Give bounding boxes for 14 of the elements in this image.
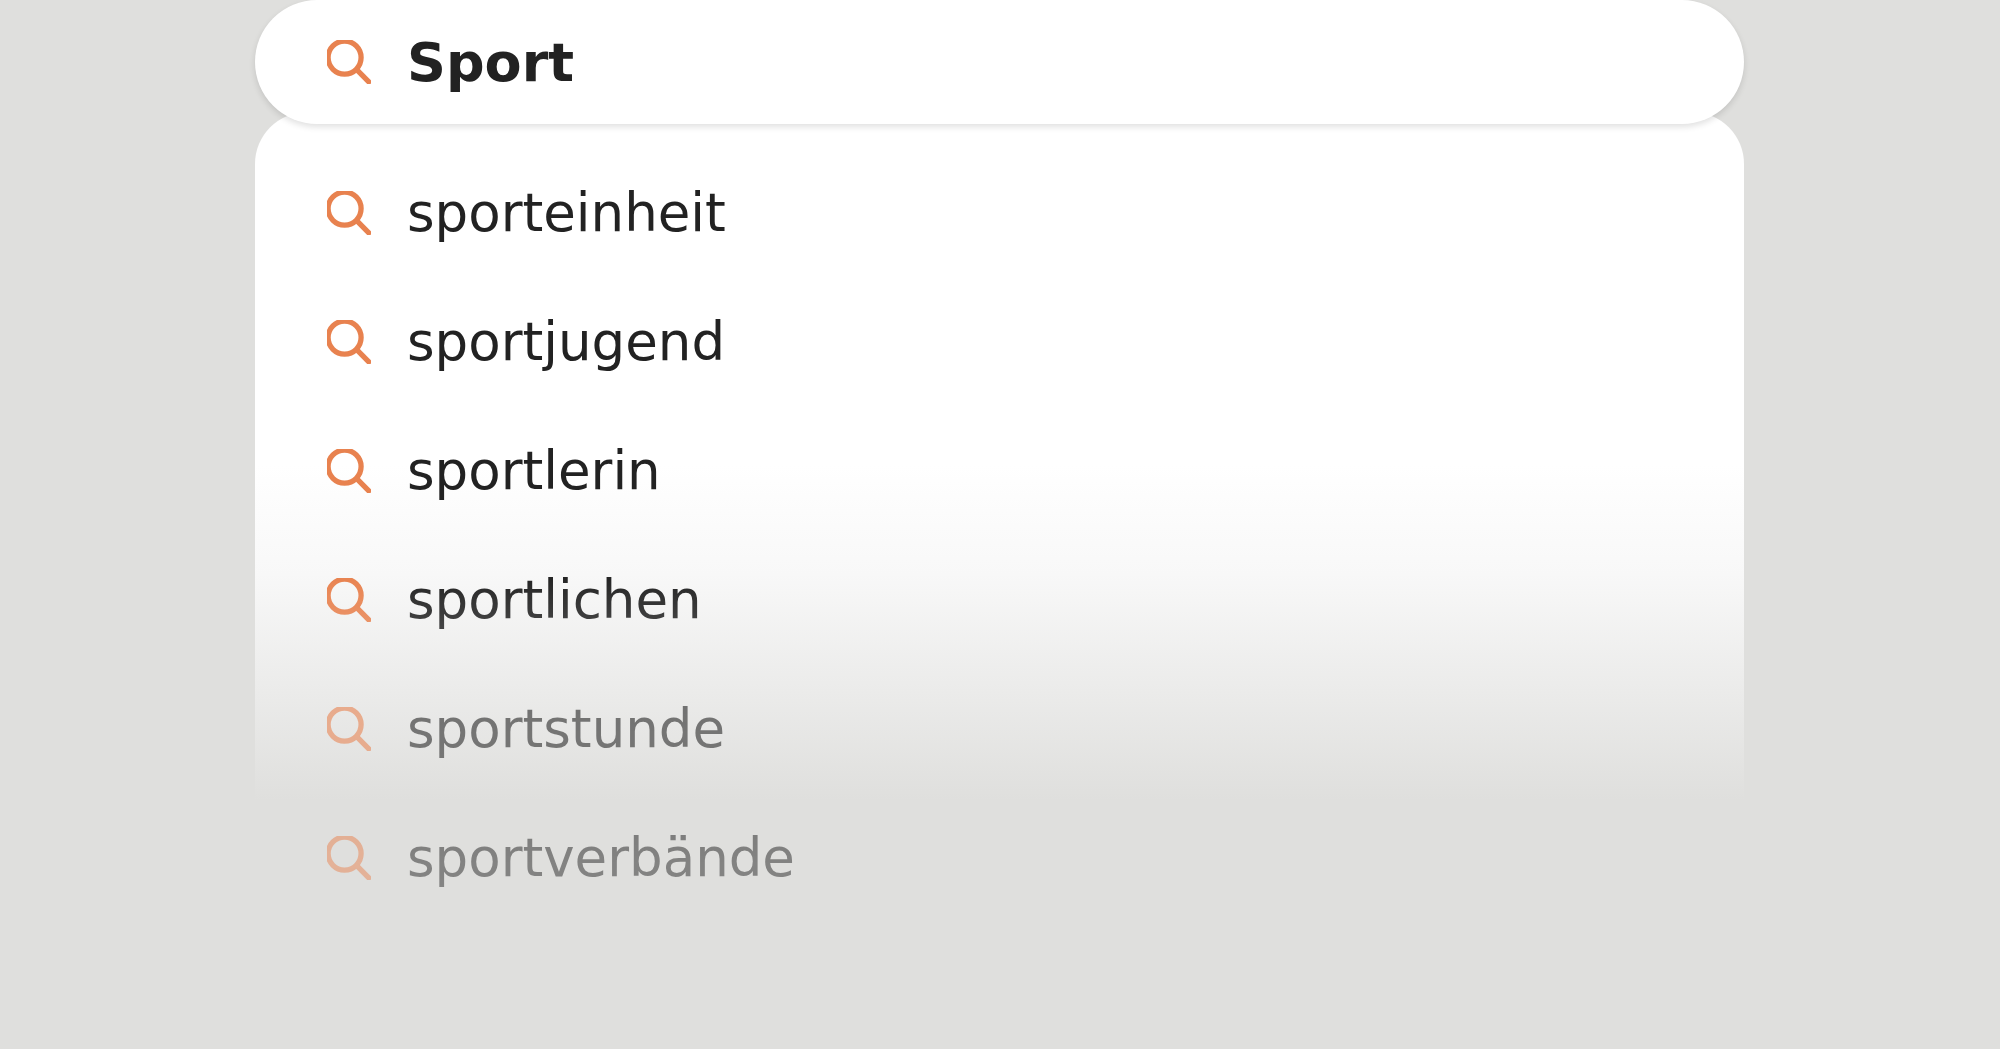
suggestion-item[interactable]: sporteinheit <box>407 182 726 243</box>
search-field[interactable]: Sport <box>407 30 1607 94</box>
search-icon <box>327 577 371 622</box>
search-icon <box>327 706 371 751</box>
suggestion-item[interactable]: sportstunde <box>407 698 726 759</box>
search-icon <box>327 190 371 235</box>
search-icon <box>327 319 371 364</box>
suggestion-item[interactable]: sportjugend <box>407 311 726 372</box>
search-icon <box>327 40 371 84</box>
suggestion-item[interactable]: sportlichen <box>407 569 702 630</box>
search-bar[interactable]: Sport <box>255 0 1744 124</box>
suggestion-item[interactable]: sportlerin <box>407 440 661 501</box>
search-icon <box>327 835 371 880</box>
search-icon <box>327 448 371 493</box>
